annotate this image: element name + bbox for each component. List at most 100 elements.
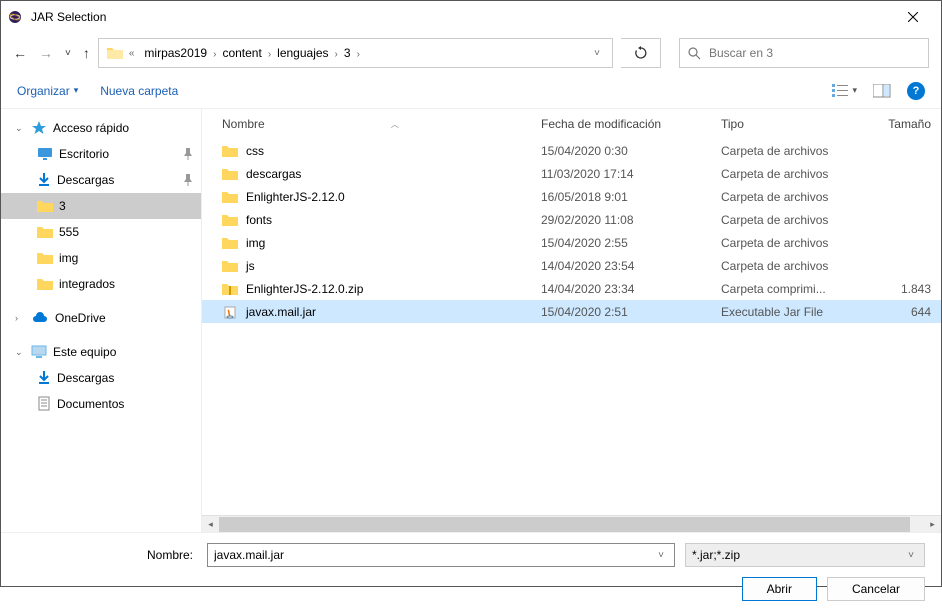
tree-item-este-equipo[interactable]: ⌄Este equipo	[1, 339, 201, 365]
folder-icon	[37, 277, 53, 291]
sort-indicator-icon: ︿	[391, 119, 399, 130]
breadcrumb-segment[interactable]: mirpas2019	[140, 44, 211, 62]
file-type: Carpeta de archivos	[721, 236, 871, 250]
breadcrumb-segment[interactable]: content	[218, 44, 265, 62]
tree-item-label: Escritorio	[59, 147, 109, 161]
col-size[interactable]: Tamaño	[871, 117, 941, 131]
tree-item-descargas[interactable]: Descargas	[1, 365, 201, 391]
column-headers[interactable]: Nombre ︿ Fecha de modificación Tipo Tamañ…	[202, 109, 941, 139]
file-date: 29/02/2020 11:08	[541, 213, 721, 227]
tree-item-escritorio[interactable]: Escritorio	[1, 141, 201, 167]
help-button[interactable]: ?	[907, 82, 925, 100]
filter-label: *.jar;*.zip	[692, 548, 904, 562]
navigation-tree[interactable]: ⌄Acceso rápido Escritorio Descargas 3 555 img…	[1, 109, 201, 532]
eclipse-icon	[7, 9, 23, 25]
file-row[interactable]: javax.mail.jar15/04/2020 2:51Executable …	[202, 300, 941, 323]
file-name: descargas	[246, 167, 301, 181]
scroll-thumb[interactable]	[219, 517, 910, 532]
tree-item-3[interactable]: 3	[1, 193, 201, 219]
organize-menu[interactable]: Organizar ▾	[17, 84, 78, 98]
file-type: Carpeta de archivos	[721, 190, 871, 204]
cancel-button[interactable]: Cancelar	[827, 577, 925, 601]
tree-item-documentos[interactable]: Documentos	[1, 391, 201, 417]
cloud-icon	[31, 312, 49, 324]
file-type: Carpeta de archivos	[721, 259, 871, 273]
file-row[interactable]: EnlighterJS-2.12.016/05/2018 9:01Carpeta…	[202, 185, 941, 208]
file-type: Carpeta de archivos	[721, 213, 871, 227]
file-date: 16/05/2018 9:01	[541, 190, 721, 204]
breadcrumb[interactable]: « mirpas2019›content›lenguajes›3› ˅	[98, 38, 613, 68]
zip-icon	[222, 281, 238, 297]
tree-item-acceso-rápido[interactable]: ⌄Acceso rápido	[1, 115, 201, 141]
col-name[interactable]: Nombre	[222, 117, 265, 131]
scroll-right-button[interactable]: ▸	[924, 516, 941, 533]
folder-icon	[222, 166, 238, 182]
file-row[interactable]: EnlighterJS-2.12.0.zip14/04/2020 23:34Ca…	[202, 277, 941, 300]
forward-button: →	[39, 45, 53, 61]
search-box[interactable]	[679, 38, 929, 68]
tree-item-integrados[interactable]: integrados	[1, 271, 201, 297]
file-type: Executable Jar File	[721, 305, 871, 319]
file-row[interactable]: img 15/04/2020 2:55Carpeta de archivos	[202, 231, 941, 254]
tree-item-descargas[interactable]: Descargas	[1, 167, 201, 193]
file-date: 11/03/2020 17:14	[541, 167, 721, 181]
col-type[interactable]: Tipo	[721, 117, 871, 131]
filename-input[interactable]	[214, 548, 654, 562]
filetype-filter[interactable]: *.jar;*.zip ˅	[685, 543, 925, 567]
jar-icon	[222, 304, 238, 320]
file-date: 15/04/2020 0:30	[541, 144, 721, 158]
file-row[interactable]: fonts 29/02/2020 11:08Carpeta de archivos	[202, 208, 941, 231]
back-button[interactable]: ←	[13, 45, 27, 61]
file-type: Carpeta de archivos	[721, 167, 871, 181]
tree-item-onedrive[interactable]: › OneDrive	[1, 305, 201, 331]
file-row[interactable]: js14/04/2020 23:54Carpeta de archivos	[202, 254, 941, 277]
dl-icon	[37, 172, 51, 188]
horizontal-scrollbar[interactable]: ◂ ▸	[202, 515, 941, 532]
breadcrumb-root-chevron[interactable]: «	[127, 48, 137, 59]
file-size: 644	[871, 305, 941, 319]
close-button[interactable]	[891, 2, 935, 32]
new-folder-button[interactable]: Nueva carpeta	[100, 84, 178, 98]
pc-icon	[31, 345, 47, 359]
preview-pane-button[interactable]	[873, 84, 891, 98]
breadcrumb-dropdown[interactable]: ˅	[590, 44, 604, 63]
col-date[interactable]: Fecha de modificación	[541, 117, 721, 131]
open-button[interactable]: Abrir	[742, 577, 817, 601]
breadcrumb-segment[interactable]: lenguajes	[273, 44, 332, 62]
file-name: img	[246, 236, 265, 250]
file-name: fonts	[246, 213, 272, 227]
recent-dropdown[interactable]: ˅	[65, 48, 71, 59]
expand-icon[interactable]: ⌄	[15, 123, 25, 134]
dl-icon	[37, 370, 51, 386]
search-input[interactable]	[709, 46, 920, 60]
breadcrumb-segment[interactable]: 3	[340, 44, 355, 62]
tree-item-label: 555	[59, 225, 79, 239]
pin-icon	[183, 174, 193, 186]
file-date: 15/04/2020 2:55	[541, 236, 721, 250]
tree-item-label: OneDrive	[55, 311, 106, 325]
filename-combobox[interactable]: ˅	[207, 543, 675, 567]
refresh-button[interactable]	[621, 38, 661, 68]
desktop-icon	[37, 147, 53, 161]
chevron-right-icon[interactable]: ›	[355, 49, 362, 60]
file-list[interactable]: css15/04/2020 0:30Carpeta de archivosdes…	[202, 139, 941, 515]
chevron-right-icon[interactable]: ›	[333, 49, 340, 60]
file-row[interactable]: css15/04/2020 0:30Carpeta de archivos	[202, 139, 941, 162]
scroll-left-button[interactable]: ◂	[202, 516, 219, 533]
expand-icon[interactable]: ⌄	[15, 347, 25, 358]
organize-label: Organizar	[17, 84, 70, 98]
file-date: 14/04/2020 23:54	[541, 259, 721, 273]
folder-icon	[222, 258, 238, 274]
tree-item-label: Descargas	[57, 173, 114, 187]
file-row[interactable]: descargas 11/03/2020 17:14Carpeta de arch…	[202, 162, 941, 185]
tree-item-555[interactable]: 555	[1, 219, 201, 245]
up-button[interactable]: ↑	[83, 45, 90, 61]
filename-dropdown-icon[interactable]: ˅	[654, 550, 668, 561]
tree-item-img[interactable]: img	[1, 245, 201, 271]
folder-icon	[222, 235, 238, 251]
view-details-button[interactable]: ▾	[832, 84, 857, 98]
file-size: 1.843	[871, 282, 941, 296]
file-date: 14/04/2020 23:34	[541, 282, 721, 296]
expand-icon[interactable]: ›	[15, 313, 25, 323]
filter-dropdown-icon[interactable]: ˅	[904, 550, 918, 561]
